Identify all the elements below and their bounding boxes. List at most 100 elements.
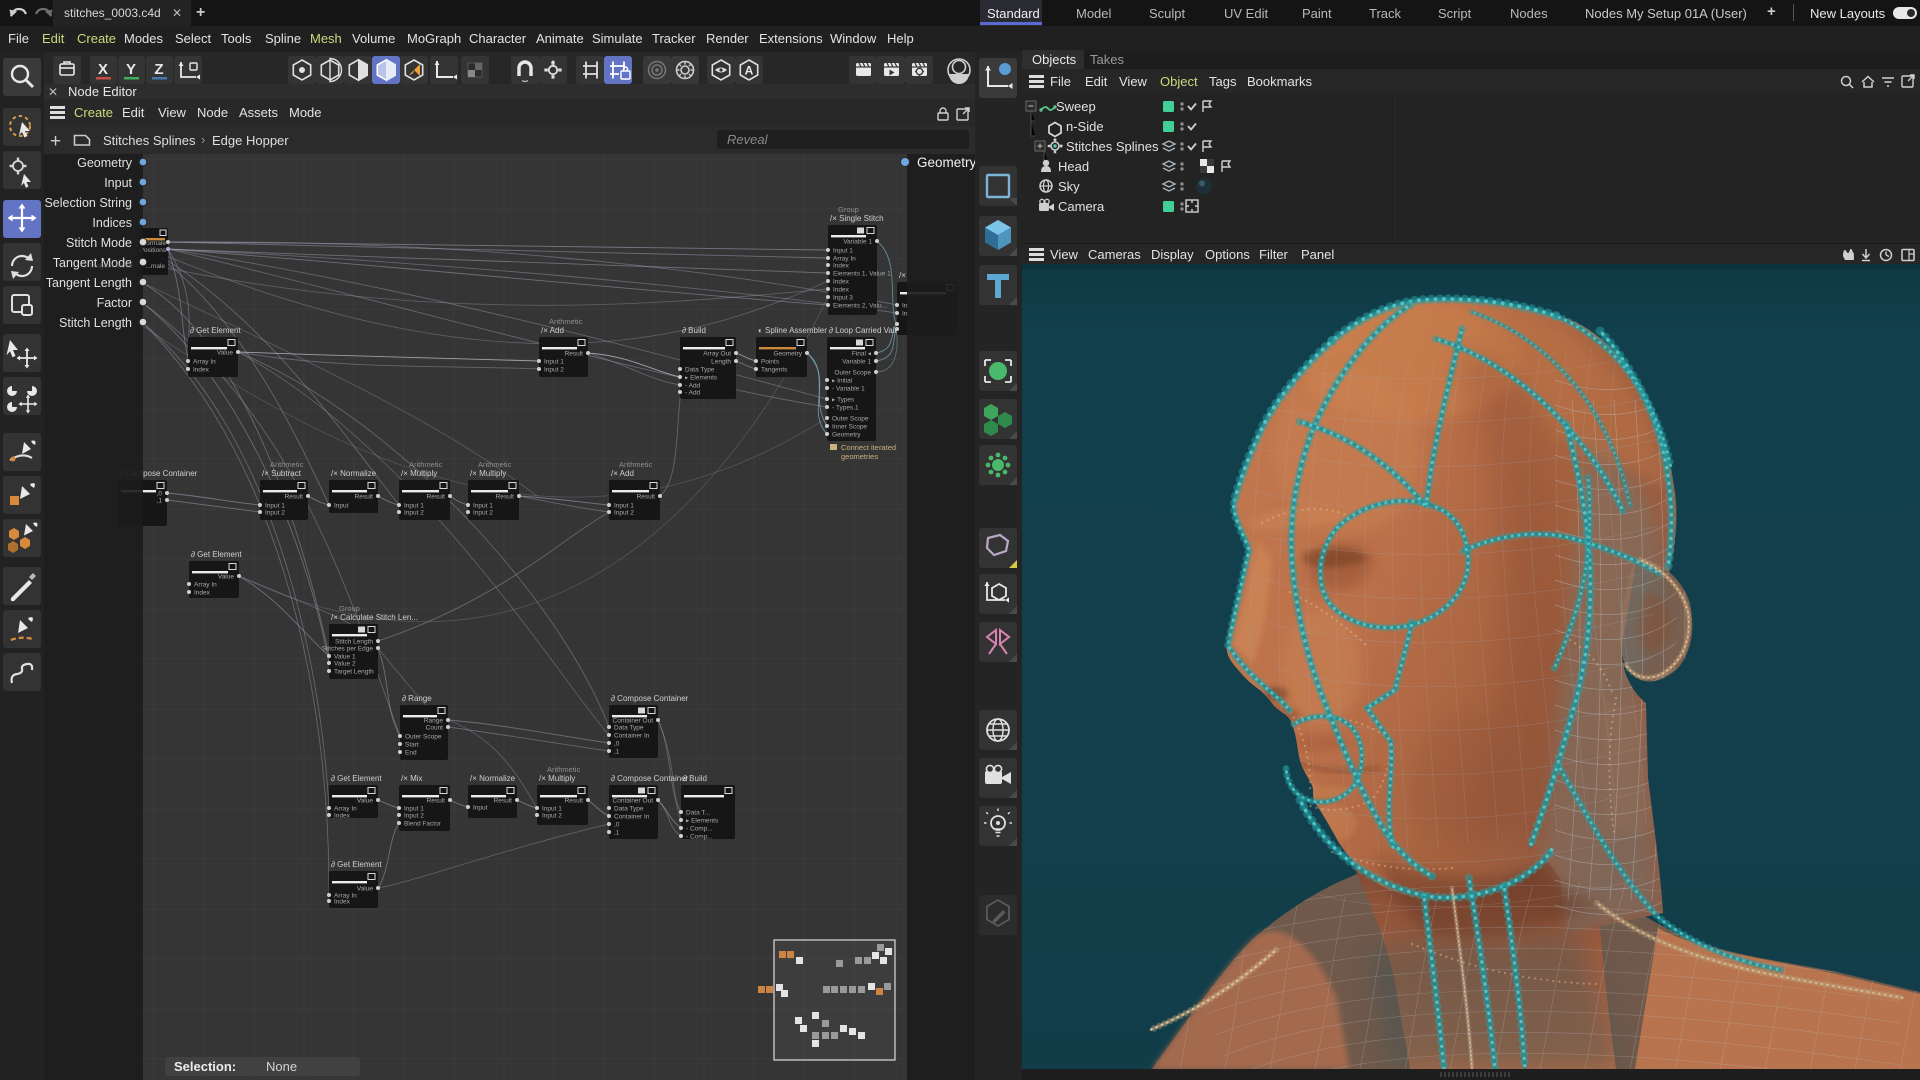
svg-text:Stitch Length: Stitch Length: [59, 316, 132, 330]
svg-text:Value 2: Value 2: [334, 661, 356, 668]
svg-text:,0: ,0: [614, 741, 620, 748]
svg-text:- Comp...: - Comp...: [686, 826, 713, 833]
svg-text:Result: Result: [285, 494, 304, 501]
svg-text:Tangent Length: Tangent Length: [46, 276, 132, 290]
svg-text:Input 1: Input 1: [544, 359, 564, 366]
svg-text:Range: Range: [424, 718, 444, 725]
svg-text:Final ◂: Final ◂: [852, 351, 872, 358]
svg-text:Data Type: Data Type: [614, 806, 644, 813]
svg-text:Result: Result: [565, 351, 584, 358]
svg-text:Input 1: Input 1: [404, 806, 424, 813]
svg-text:Sky: Sky: [1058, 179, 1080, 194]
svg-text:Array In: Array In: [193, 359, 216, 366]
svg-text:Array In: Array In: [833, 256, 856, 263]
svg-text:Variable 1: Variable 1: [843, 239, 872, 246]
svg-text:Index: Index: [833, 263, 850, 270]
svg-text:Tangents: Tangents: [761, 367, 788, 374]
svg-text:Arithmetic: Arithmetic: [549, 317, 583, 326]
svg-text:Input 2: Input 2: [614, 510, 634, 517]
svg-text:Elements 1, Value 1: Elements 1, Value 1: [833, 271, 891, 278]
svg-text:Variable 1: Variable 1: [842, 359, 871, 366]
svg-text:Selection:: Selection:: [174, 1059, 236, 1074]
svg-text:∂ Tangent Mode: ∂ Tangent Mode: [83, 263, 133, 270]
svg-text:Result: Result: [496, 494, 515, 501]
svg-text:Input 2: Input 2: [404, 510, 424, 517]
svg-text:Index: Index: [833, 287, 850, 294]
svg-text:Stitch Length: Stitch Length: [335, 639, 373, 646]
svg-text:- Variable 1: - Variable 1: [832, 386, 865, 393]
svg-text:Container Out: Container Out: [613, 718, 654, 725]
svg-text:Value: Value: [357, 886, 374, 893]
svg-text:Count: Count: [426, 725, 444, 732]
svg-text:Input 1: Input 1: [473, 503, 493, 510]
svg-text:Input: Input: [473, 805, 488, 812]
svg-text:Length: Length: [711, 359, 731, 366]
svg-text:/× Add: /× Add: [541, 326, 564, 335]
svg-text:Array In: Array In: [194, 582, 217, 589]
svg-text:Input 2: Input 2: [473, 510, 493, 517]
svg-text:- Comp...: - Comp...: [686, 834, 713, 841]
svg-text:Input 2: Input 2: [542, 813, 562, 820]
svg-text:Camera: Camera: [1058, 199, 1105, 214]
svg-text:Input 2: Input 2: [404, 813, 424, 820]
svg-text:Container Out: Container Out: [613, 798, 654, 805]
svg-text:- Add: - Add: [685, 390, 701, 397]
svg-text:,0: ,0: [614, 822, 620, 829]
svg-text:In: In: [902, 303, 908, 310]
svg-text:Index: Index: [193, 367, 210, 374]
svg-text:/× Calculate Stitch Len...: /× Calculate Stitch Len...: [331, 613, 418, 622]
svg-text:Index: Index: [334, 813, 351, 820]
svg-text:∂ Build: ∂ Build: [683, 774, 707, 783]
svg-text:/× Multiply: /× Multiply: [539, 774, 575, 783]
svg-text:Result: Result: [637, 494, 656, 501]
svg-text:Value: Value: [217, 350, 234, 357]
svg-text:Factor: Factor: [97, 296, 132, 310]
svg-text:/× Add: /× Add: [611, 469, 634, 478]
svg-text:Index: Index: [194, 590, 211, 597]
svg-text:/× Single Stitch: /× Single Stitch: [830, 214, 884, 223]
svg-text:Geometry: Geometry: [832, 432, 861, 439]
svg-text:Group: Group: [339, 604, 360, 613]
svg-text:Index: Index: [833, 279, 850, 286]
svg-text:Input: Input: [104, 176, 132, 190]
svg-text:Arithmetic: Arithmetic: [409, 460, 443, 469]
svg-text:geometries: geometries: [841, 452, 878, 461]
svg-text:Target Length: Target Length: [334, 669, 374, 676]
svg-text:∂ Compose Container: ∂ Compose Container: [611, 694, 689, 703]
svg-text:Indices: Indices: [92, 216, 132, 230]
svg-text:Arithmetic: Arithmetic: [270, 460, 304, 469]
svg-text:/×: /×: [899, 271, 906, 280]
svg-text:Container In: Container In: [614, 814, 650, 821]
svg-text:Input 1: Input 1: [614, 503, 634, 510]
svg-text:Geometry: Geometry: [917, 155, 975, 170]
svg-text:Head: Head: [1058, 159, 1089, 174]
svg-text:Sweep: Sweep: [1056, 99, 1096, 114]
svg-text:Input 3: Input 3: [833, 295, 853, 302]
svg-text:▸ Initial: ▸ Initial: [832, 378, 853, 385]
svg-text:Input 1: Input 1: [542, 806, 562, 813]
svg-text:Y: Y: [126, 61, 136, 78]
svg-text:Outer Scope: Outer Scope: [405, 734, 442, 741]
svg-text:Array Out: Array Out: [703, 351, 731, 358]
svg-text:,0: ,0: [157, 491, 163, 498]
svg-text:,1: ,1: [157, 498, 163, 505]
svg-text:- Types.1: - Types.1: [832, 405, 859, 412]
svg-text:Value: Value: [218, 574, 235, 581]
svg-text:,1: ,1: [614, 830, 620, 837]
svg-text:/× Multiply: /× Multiply: [470, 469, 506, 478]
svg-text:Positions: Positions: [140, 247, 167, 254]
svg-text:/× Normalize: /× Normalize: [331, 469, 377, 478]
svg-text:Array In: Array In: [334, 806, 357, 813]
svg-text:▸ Types: ▸ Types: [832, 397, 855, 404]
svg-text:/× Normalize: /× Normalize: [470, 774, 516, 783]
svg-text:Index: Index: [334, 899, 351, 906]
svg-text:Outer Scope: Outer Scope: [832, 416, 869, 423]
svg-text:Geometry: Geometry: [77, 156, 133, 170]
svg-text:Data T...: Data T...: [686, 810, 710, 817]
svg-text:∂ Build: ∂ Build: [682, 326, 706, 335]
svg-text:Elements 2, Valu...: Elements 2, Valu...: [833, 303, 887, 310]
svg-text:Geometry: Geometry: [773, 351, 802, 358]
svg-text:▸ Elements: ▸ Elements: [685, 375, 718, 382]
svg-text:Group: Group: [838, 205, 859, 214]
svg-text:Stitches per Edge: Stitches per Edge: [322, 646, 374, 653]
